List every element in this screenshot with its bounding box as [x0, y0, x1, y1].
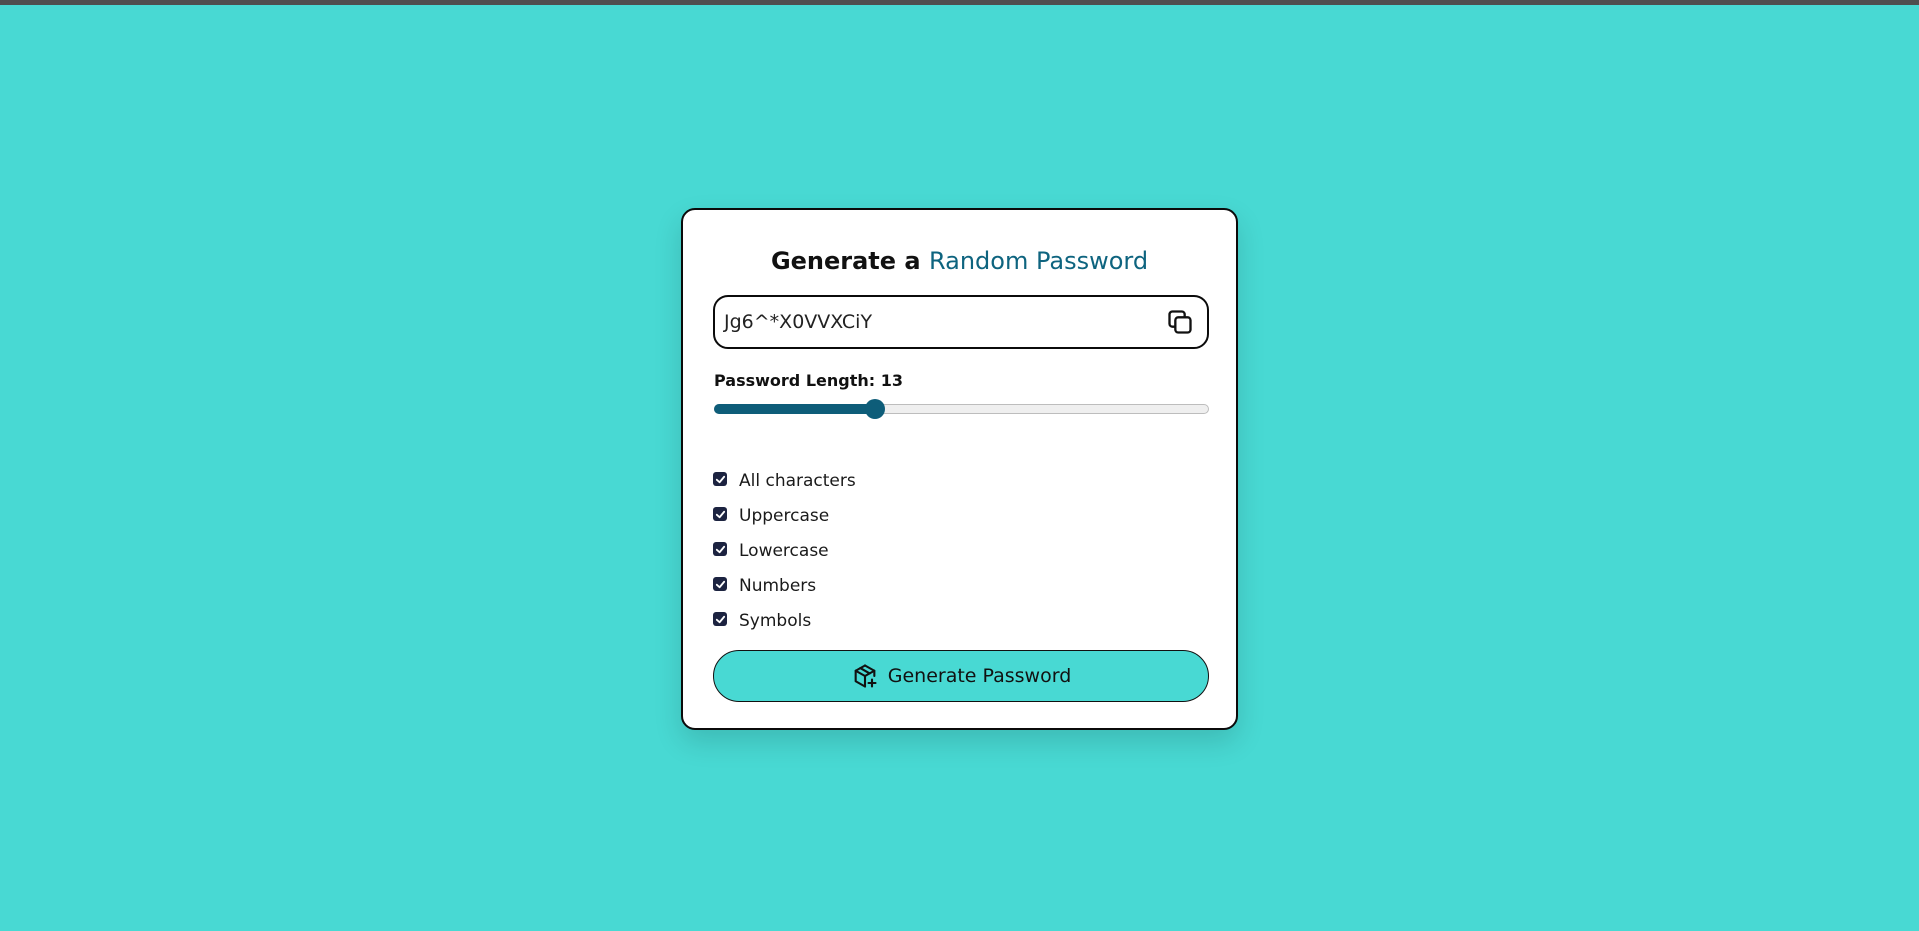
checkbox-uppercase[interactable] — [713, 507, 727, 521]
password-output-field[interactable]: Jg6^*X0VVXCiY — [713, 295, 1209, 349]
password-length-text: Password Length: — [714, 371, 876, 390]
slider-thumb[interactable] — [865, 399, 885, 419]
option-label: Lowercase — [739, 540, 829, 561]
option-label: Symbols — [739, 610, 812, 631]
title-accent: Random Password — [928, 247, 1149, 275]
generate-password-button[interactable]: Generate Password — [713, 650, 1209, 702]
slider-fill — [714, 404, 875, 414]
password-generator-card: Generate a Random Password Jg6^*X0VVXCiY… — [681, 208, 1238, 730]
password-length-label: Password Length: 13 — [714, 371, 903, 390]
browser-top-bar — [0, 0, 1919, 5]
page-title: Generate a Random Password — [683, 246, 1236, 276]
generate-password-label: Generate Password — [887, 665, 1072, 687]
checkbox-all-characters[interactable] — [713, 472, 727, 486]
checkbox-lowercase[interactable] — [713, 542, 727, 556]
checkmark-icon — [715, 615, 725, 623]
option-symbols[interactable]: Symbols — [713, 603, 856, 638]
title-prefix: Generate a — [770, 247, 921, 275]
copy-icon — [1168, 310, 1192, 334]
password-length-slider[interactable] — [714, 398, 1209, 420]
checkbox-numbers[interactable] — [713, 577, 727, 591]
checkmark-icon — [715, 510, 725, 518]
option-uppercase[interactable]: Uppercase — [713, 498, 856, 533]
option-label: Numbers — [739, 575, 817, 596]
checkmark-icon — [715, 580, 725, 588]
option-lowercase[interactable]: Lowercase — [713, 533, 856, 568]
password-length-value: 13 — [880, 371, 903, 390]
option-all-characters[interactable]: All characters — [713, 463, 856, 498]
password-text: Jg6^*X0VVXCiY — [724, 311, 873, 333]
checkbox-symbols[interactable] — [713, 612, 727, 626]
option-numbers[interactable]: Numbers — [713, 568, 856, 603]
option-label: Uppercase — [739, 505, 830, 526]
character-options: All characters Uppercase Lowercase Numbe… — [713, 463, 856, 638]
package-plus-icon — [851, 662, 879, 690]
checkmark-icon — [715, 545, 725, 553]
copy-button[interactable] — [1163, 305, 1197, 339]
option-label: All characters — [739, 470, 856, 491]
checkmark-icon — [715, 475, 725, 483]
